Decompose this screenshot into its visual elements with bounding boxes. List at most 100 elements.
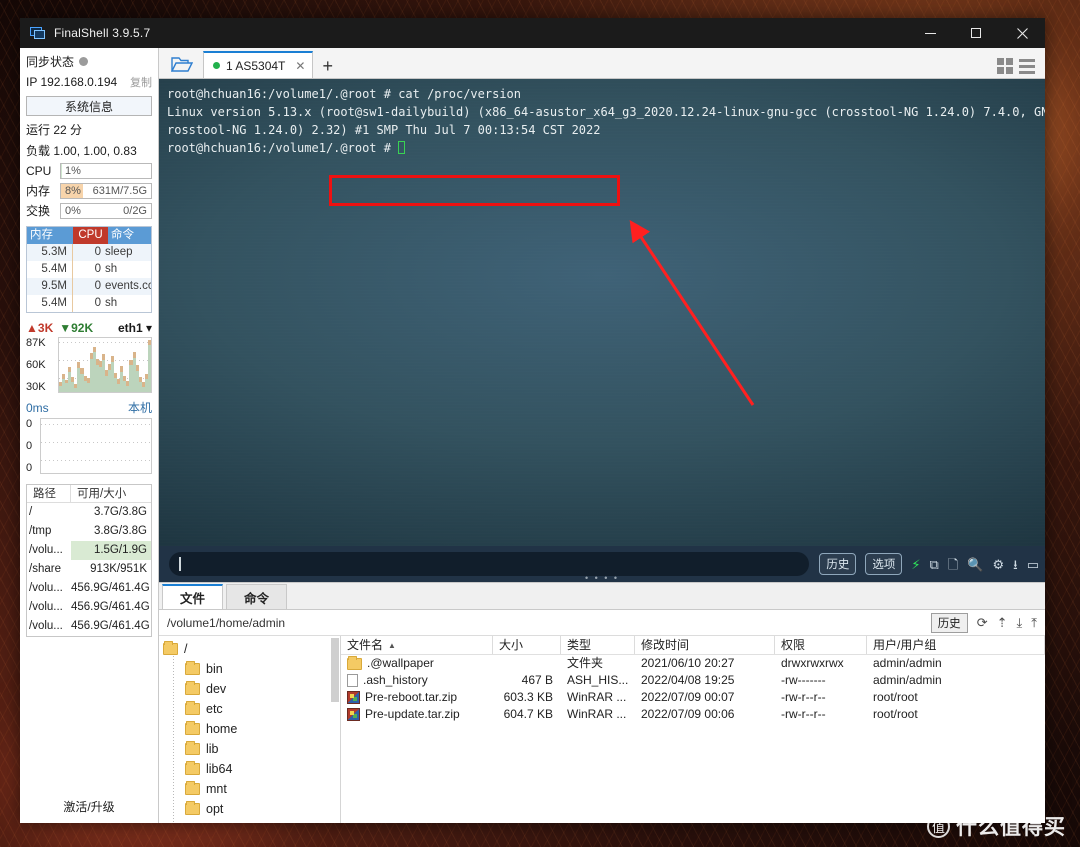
- col-header-size[interactable]: 大小: [493, 636, 561, 654]
- activate-area: 激活/升级: [26, 792, 152, 823]
- col-header-perm[interactable]: 权限: [775, 636, 867, 654]
- terminal-cursor: [398, 141, 406, 154]
- terminal-options-button[interactable]: 选项: [865, 553, 903, 575]
- download-icon[interactable]: ⭳: [1013, 558, 1018, 571]
- table-row[interactable]: /volu... 456.9G/461.4G: [27, 598, 151, 617]
- tree-node-mnt[interactable]: mnt: [159, 779, 340, 799]
- file-permissions: drwxrwxrwx: [781, 656, 844, 670]
- file-owner: admin/admin: [873, 656, 942, 670]
- terminal-output[interactable]: root@hchuan16:/volume1/.@root # cat /pro…: [159, 79, 1045, 546]
- tree-node-lib64[interactable]: lib64: [159, 759, 340, 779]
- process-cmd: events.cc: [105, 280, 151, 292]
- table-row[interactable]: /share 913K/951K: [27, 560, 151, 579]
- tree-node-dev[interactable]: dev: [159, 679, 340, 699]
- process-col-mem[interactable]: 内存: [27, 227, 73, 244]
- new-tab-button[interactable]: +: [313, 57, 342, 78]
- upload-icon[interactable]: ⇡: [997, 615, 1008, 631]
- terminal-history-button[interactable]: 历史: [819, 553, 857, 575]
- table-row[interactable]: 5.4M 0 sh: [27, 295, 151, 312]
- process-mem: 5.3M: [27, 244, 73, 261]
- table-row[interactable]: Pre-update.tar.zip 604.7 KB WinRAR ... 2…: [341, 706, 1045, 723]
- col-header-type[interactable]: 类型: [561, 636, 635, 654]
- tree-scrollbar[interactable]: [331, 638, 339, 702]
- tree-node-home[interactable]: home: [159, 719, 340, 739]
- col-header-owner[interactable]: 用户/用户组: [867, 636, 1045, 654]
- maximize-button[interactable]: [953, 18, 999, 48]
- process-table: 内存 CPU 命令 5.3M 0 sleep 5.4M 0 sh 9.5M 0: [26, 226, 152, 313]
- network-header: ▲3K ▼92K eth1 ▾: [26, 321, 152, 335]
- table-row[interactable]: Pre-reboot.tar.zip 603.3 KB WinRAR ... 2…: [341, 689, 1045, 706]
- process-col-cmd[interactable]: 命令: [108, 227, 151, 244]
- file-mtime: 2022/07/09 00:06: [641, 707, 735, 721]
- lightning-icon[interactable]: ⚡: [911, 558, 920, 571]
- disk-size: 456.9G/461.4G: [71, 620, 150, 632]
- copy-ip-button[interactable]: 复制: [130, 74, 152, 90]
- gear-icon[interactable]: ⚙: [992, 558, 1004, 571]
- title-bar: FinalShell 3.9.5.7: [20, 18, 1045, 48]
- grid-view-icon[interactable]: [997, 58, 1013, 74]
- activate-upgrade-button[interactable]: 激活/升级: [63, 800, 114, 814]
- tree-node-bin[interactable]: bin: [159, 659, 340, 679]
- folder-icon: [185, 781, 200, 795]
- directory-tree[interactable]: / bin dev etc home lib lib64 mnt opt: [159, 636, 341, 823]
- table-row[interactable]: /volu... 456.9G/461.4G: [27, 617, 151, 636]
- list-view-icon[interactable]: [1019, 58, 1035, 74]
- system-info-sidebar: 同步状态 IP 192.168.0.194 复制 系统信息 运行 22 分 负载…: [20, 48, 159, 823]
- tab-commands[interactable]: 命令: [226, 584, 288, 609]
- network-graph: 87K 60K 30K: [26, 337, 152, 393]
- table-row[interactable]: .ash_history 467 B ASH_HIS... 2022/04/08…: [341, 672, 1045, 689]
- table-row[interactable]: 9.5M 0 events.cc: [27, 278, 151, 295]
- sync-status-label: 同步状态: [26, 55, 75, 69]
- download-icon[interactable]: ⤓: [1017, 615, 1023, 631]
- process-col-cpu[interactable]: CPU: [73, 227, 108, 244]
- panel-splitter[interactable]: • • • •: [585, 573, 619, 583]
- paste-icon[interactable]: 🗋: [948, 558, 958, 571]
- disk-size: 456.9G/461.4G: [71, 582, 150, 594]
- col-header-mtime[interactable]: 修改时间: [635, 636, 775, 654]
- close-button[interactable]: [999, 18, 1045, 48]
- disk-col-size[interactable]: 可用/大小: [71, 485, 151, 502]
- process-cmd: sleep: [105, 246, 133, 258]
- table-row[interactable]: 5.3M 0 sleep: [27, 244, 151, 261]
- network-download: ▼92K: [59, 321, 94, 335]
- network-graph-bars: [59, 338, 151, 392]
- table-row[interactable]: /tmp 3.8G/3.8G: [27, 522, 151, 541]
- table-row[interactable]: /volu... 456.9G/461.4G: [27, 579, 151, 598]
- window-icon[interactable]: ▭: [1027, 558, 1039, 571]
- close-tab-icon[interactable]: ✕: [295, 59, 305, 73]
- network-interface-select[interactable]: eth1 ▾: [118, 321, 152, 335]
- network-graph-y-axis: 87K 60K 30K: [26, 337, 58, 393]
- table-row[interactable]: /volu... 1.5G/1.9G: [27, 541, 151, 560]
- current-path-input[interactable]: /volume1/home/admin: [167, 616, 931, 630]
- folder-icon: [185, 741, 200, 755]
- search-icon[interactable]: 🔍: [967, 558, 983, 571]
- connection-status-dot-icon: [213, 62, 220, 69]
- open-folder-button[interactable]: [165, 50, 199, 78]
- session-tab-as5304t[interactable]: 1 AS5304T ✕: [203, 51, 314, 78]
- tree-node-opt[interactable]: opt: [159, 799, 340, 819]
- file-name: Pre-reboot.tar.zip: [365, 690, 458, 704]
- terminal-command-input[interactable]: [169, 552, 810, 576]
- file-history-button[interactable]: 历史: [930, 612, 968, 633]
- table-row[interactable]: 5.4M 0 sh: [27, 261, 151, 278]
- refresh-icon[interactable]: ⟳: [977, 615, 988, 631]
- minimize-button[interactable]: [907, 18, 953, 48]
- table-row[interactable]: / 3.7G/3.8G: [27, 503, 151, 522]
- copy-icon[interactable]: ⧉: [930, 558, 939, 571]
- file-list: 文件名 ▲ 大小 类型 修改时间 权限 用户/用户组 .@wallpaper 文件…: [341, 636, 1045, 823]
- memory-meter-value: 8%: [65, 184, 81, 197]
- file-name: Pre-update.tar.zip: [365, 707, 460, 721]
- disk-col-path[interactable]: 路径: [27, 485, 71, 502]
- table-row[interactable]: .@wallpaper 文件夹 2021/06/10 20:27 drwxrwx…: [341, 655, 1045, 672]
- upload-to-server-icon[interactable]: ⤒: [1031, 615, 1037, 631]
- tree-node-etc[interactable]: etc: [159, 699, 340, 719]
- file-mtime: 2022/04/08 19:25: [641, 673, 735, 687]
- tree-node-root[interactable]: /: [159, 639, 340, 659]
- tab-files[interactable]: 文件: [162, 584, 224, 609]
- system-info-button[interactable]: 系统信息: [26, 96, 152, 116]
- tree-node-lib[interactable]: lib: [159, 739, 340, 759]
- col-header-filename[interactable]: 文件名 ▲: [341, 636, 493, 654]
- tree-node-label: home: [206, 722, 238, 736]
- sort-asc-icon: ▲: [388, 640, 396, 650]
- disk-size: 1.5G/1.9G: [71, 541, 151, 560]
